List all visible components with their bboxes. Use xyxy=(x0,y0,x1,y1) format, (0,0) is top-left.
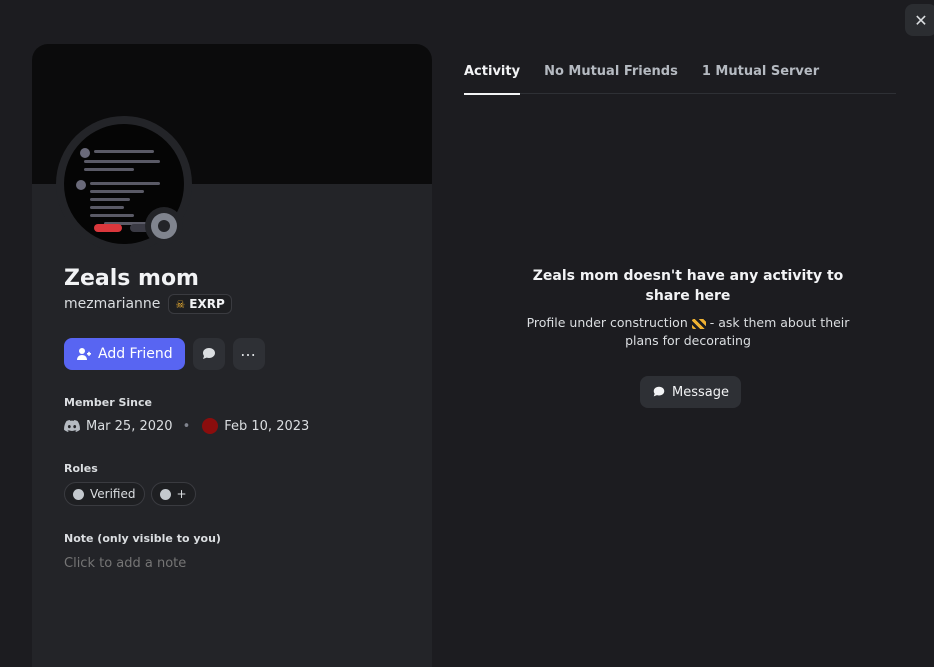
discord-join-date: Mar 25, 2020 xyxy=(86,418,173,434)
tab-activity[interactable]: Activity xyxy=(464,56,521,95)
note-input[interactable] xyxy=(64,556,394,571)
profile-card: Zeals mom mezmarianne ☠ EXRP Add Friend xyxy=(32,44,432,667)
empty-state-message-button[interactable]: Message xyxy=(640,376,741,408)
tab-mutual-servers[interactable]: 1 Mutual Server xyxy=(702,56,819,94)
role-color-dot xyxy=(73,488,84,500)
separator-dot: • xyxy=(182,418,191,434)
roles-list: Verified + xyxy=(64,482,196,506)
profile-modal: ✕ Zeals mom mezmarianne ☠ EXRP Add Frien… xyxy=(0,0,934,667)
note-label: Note (only visible to you) xyxy=(64,532,221,545)
add-role-button[interactable]: + xyxy=(150,482,196,506)
message-button[interactable] xyxy=(192,338,225,370)
add-role-label: + xyxy=(176,487,187,501)
add-friend-icon xyxy=(77,348,91,360)
member-since-row: Mar 25, 2020 • Feb 10, 2023 xyxy=(64,418,309,434)
role-label: Verified xyxy=(90,487,136,501)
tab-mutual-friends[interactable]: No Mutual Friends xyxy=(544,56,678,94)
message-label: Message xyxy=(672,384,729,400)
role-verified[interactable]: Verified xyxy=(64,482,145,506)
more-options-button[interactable]: ⋯ xyxy=(232,338,265,370)
username-row: mezmarianne ☠ EXRP xyxy=(64,294,232,314)
server-tag-label: EXRP xyxy=(189,297,225,311)
chat-bubble-icon xyxy=(653,386,665,397)
discord-logo-icon xyxy=(64,420,80,432)
close-button[interactable]: ✕ xyxy=(905,4,934,36)
empty-state-title: Zeals mom doesn't have any activity to s… xyxy=(532,268,844,304)
status-offline-icon xyxy=(145,207,183,245)
chat-bubble-icon xyxy=(202,348,215,359)
role-color-dot xyxy=(159,488,171,500)
add-friend-label: Add Friend xyxy=(98,346,173,362)
server-icon xyxy=(202,418,219,434)
empty-state-subtitle: Profile under construction - ask them ab… xyxy=(526,315,850,348)
profile-actions: Add Friend ⋯ xyxy=(64,338,265,370)
activity-empty-state: Zeals mom doesn't have any activity to s… xyxy=(464,266,912,350)
construction-icon xyxy=(691,318,706,329)
roles-label: Roles xyxy=(64,462,98,475)
server-join-date: Feb 10, 2023 xyxy=(224,418,310,434)
server-tag-badge[interactable]: ☠ EXRP xyxy=(168,294,232,314)
username[interactable]: mezmarianne xyxy=(64,296,160,312)
display-name: Zeals mom xyxy=(64,266,199,291)
ellipsis-icon: ⋯ xyxy=(240,344,258,364)
profile-tabs: Activity No Mutual Friends 1 Mutual Serv… xyxy=(464,56,896,95)
member-since-label: Member Since xyxy=(64,396,152,409)
skull-icon: ☠ xyxy=(175,297,186,311)
add-friend-button[interactable]: Add Friend xyxy=(64,338,185,370)
close-icon: ✕ xyxy=(914,10,928,30)
